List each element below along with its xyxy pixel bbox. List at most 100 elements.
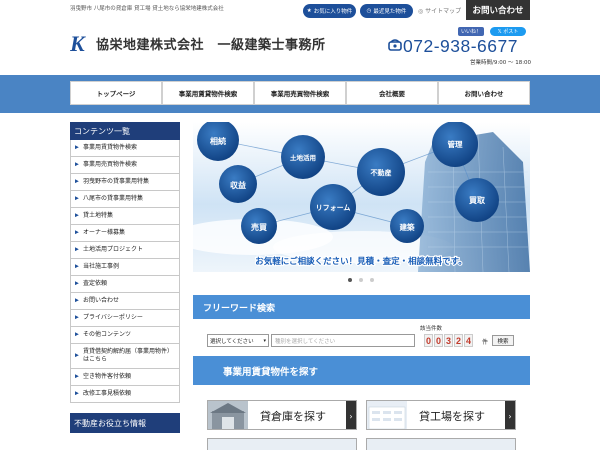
slider-dot-active[interactable] xyxy=(348,278,352,282)
svg-text:建築: 建築 xyxy=(399,222,415,232)
sidebar-item[interactable]: ▶ 改修工事見積依頼 xyxy=(70,386,180,403)
site-header: K 協栄地建株式会社 一級建築士事務所 いいね！ 𝕏 ポスト 072-938-6… xyxy=(0,22,600,75)
category-select[interactable]: 選択してください ▾ xyxy=(207,334,269,347)
slider-dot[interactable] xyxy=(370,278,374,282)
sidebar-item-label: プライバシーポリシー xyxy=(83,313,143,321)
nav-top-page[interactable]: トップページ xyxy=(70,81,162,105)
chevron-right-icon: ▶ xyxy=(75,195,79,202)
nav-sale-search[interactable]: 事業用売買物件検索 xyxy=(254,81,346,105)
sidebar-item[interactable]: ▶ 賃貸借契約解約届（事業用物件）はこちら xyxy=(70,344,180,369)
sidebar-section2-title: 不動産お役立ち情報 xyxy=(70,413,180,433)
x-post-button[interactable]: 𝕏 ポスト xyxy=(490,27,526,36)
sidebar-item-label: 羽曳野市の貸事業用特集 xyxy=(83,177,150,185)
sidebar-item-label: 土地活用プロジェクト xyxy=(83,245,144,253)
next-card-partial[interactable] xyxy=(207,438,357,450)
sidebar-item[interactable]: ▶ 事業用賃貸物件検索 xyxy=(70,140,180,157)
chevron-right-icon: › xyxy=(505,401,515,429)
next-card-partial[interactable] xyxy=(366,438,516,450)
chevron-right-icon: ▶ xyxy=(75,246,79,253)
sidebar-item[interactable]: ▶ 当社施工事例 xyxy=(70,259,180,276)
chevron-right-icon: ▶ xyxy=(75,280,79,287)
slider-dot[interactable] xyxy=(359,278,363,282)
sidebar: コンテンツ一覧 ▶ 事業用賃貸物件検索 ▶ 事業用売買物件検索 ▶ 羽曳野市の貸事業用… xyxy=(70,122,180,433)
svg-text:リフォーム: リフォーム xyxy=(316,204,351,212)
sidebar-item-label: 当社施工事例 xyxy=(83,262,120,270)
bubble-construction: 建築 xyxy=(390,209,424,243)
sidebar-item[interactable]: ▶ 八尾市の貸事業用特集 xyxy=(70,191,180,208)
factory-search-card[interactable]: 貸工場を探す › xyxy=(366,400,516,430)
bubble-income: 収益 xyxy=(219,165,257,203)
search-button[interactable]: 検索 xyxy=(492,335,514,346)
chevron-right-icon: ▶ xyxy=(75,229,79,236)
facebook-like-button[interactable]: いいね！ xyxy=(458,27,484,36)
chevron-down-icon: ▾ xyxy=(263,338,266,344)
result-counter: 0 0 3 2 4 xyxy=(424,334,473,347)
contact-top-button[interactable]: お問い合わせ xyxy=(466,0,530,20)
svg-text:K: K xyxy=(70,32,86,54)
chevron-right-icon: ▶ xyxy=(75,297,79,304)
hero-banner[interactable]: 相続 土地活用 収益 不動産 管理 リフォーム 売買 建築 買取 お気軽にご相談… xyxy=(193,122,530,272)
sidebar-item[interactable]: ▶ 事業用売買物件検索 xyxy=(70,157,180,174)
svg-text:収益: 収益 xyxy=(230,180,246,190)
count-unit: 件 xyxy=(482,339,489,346)
svg-text:土地活用: 土地活用 xyxy=(290,153,316,162)
recent-button[interactable]: ◷ 最近見た物件 xyxy=(360,4,413,18)
hero-tagline: お気軽にご相談ください！見積・査定・相談無料です。 xyxy=(255,256,466,267)
chevron-right-icon: ▶ xyxy=(75,263,79,270)
chevron-right-icon: › xyxy=(346,401,356,429)
sidebar-item[interactable]: ▶ 土地活用プロジェクト xyxy=(70,242,180,259)
rent-search-heading: 事業用賃貸物件を探す xyxy=(193,356,530,385)
sidebar-item[interactable]: ▶ オーナー様募集 xyxy=(70,225,180,242)
sidebar-item-label: 八尾市の貸事業用特集 xyxy=(83,194,144,202)
chevron-right-icon: ▶ xyxy=(75,373,79,380)
count-digit: 0 xyxy=(424,334,433,347)
chevron-right-icon: ▶ xyxy=(75,390,79,397)
bubble-reform: リフォーム xyxy=(310,184,356,230)
factory-image xyxy=(367,401,407,429)
sidebar-item[interactable]: ▶ プライバシーポリシー xyxy=(70,310,180,327)
main-nav: トップページ 事業用賃貸物件検索 事業用売買物件検索 会社概要 お問い合わせ xyxy=(0,75,600,113)
sidebar-item[interactable]: ▶ 査定依頼 xyxy=(70,276,180,293)
chevron-right-icon: ▶ xyxy=(75,144,79,151)
post-label: ポスト xyxy=(503,29,519,35)
sidebar-item[interactable]: ▶ 貸土地特集 xyxy=(70,208,180,225)
bubble-buy-sell: 売買 xyxy=(241,208,277,244)
clock-icon: ◷ xyxy=(366,8,372,14)
chevron-right-icon: ▶ xyxy=(75,331,79,338)
svg-text:買取: 買取 xyxy=(469,196,485,205)
chevron-right-icon: ▶ xyxy=(75,314,79,321)
sidebar-title: コンテンツ一覧 xyxy=(70,122,180,140)
warehouse-image xyxy=(208,401,248,429)
sitemap-link[interactable]: ◎ サイトマップ xyxy=(418,6,461,15)
svg-text:売買: 売買 xyxy=(251,222,267,232)
sidebar-item-label: 事業用売買物件検索 xyxy=(83,160,138,168)
sidebar-item-label: お問い合わせ xyxy=(83,296,120,304)
business-hours: 営業時間/9:00 ～ 18:00 xyxy=(470,60,532,66)
keyword-input[interactable]: 種別を選択してください xyxy=(271,334,415,347)
company-name: 協栄地建株式会社 一級建築士事務所 xyxy=(96,38,326,53)
chevron-right-icon: ▶ xyxy=(75,212,79,219)
sidebar-item-label: 空き物件客付依頼 xyxy=(83,372,132,380)
star-icon: ★ xyxy=(306,8,312,14)
phone-number[interactable]: 072-938-6677 xyxy=(403,36,518,57)
favorites-button[interactable]: ★ お気に入り物件 xyxy=(303,4,356,18)
sidebar-item[interactable]: ▶ 羽曳野市の貸事業用特集 xyxy=(70,174,180,191)
count-digit: 0 xyxy=(434,334,443,347)
sidebar-item-label: オーナー様募集 xyxy=(83,228,126,236)
nav-contact[interactable]: お問い合わせ xyxy=(438,81,530,105)
top-strip: 羽曳野市 八尾市の貸倉庫 貸工場 貸土地なら協栄地建株式会社 ★ お気に入り物件… xyxy=(0,0,600,22)
chevron-right-icon: ▶ xyxy=(75,178,79,185)
sidebar-item[interactable]: ▶ その他コンテンツ xyxy=(70,327,180,344)
sidebar-item-label: 貸土地特集 xyxy=(83,211,114,219)
sidebar-item[interactable]: ▶ 空き物件客付依頼 xyxy=(70,369,180,386)
sidebar-item[interactable]: ▶ お問い合わせ xyxy=(70,293,180,310)
sitemap-icon: ◎ xyxy=(418,8,424,15)
count-digit: 4 xyxy=(464,334,473,347)
sidebar-item-label: その他コンテンツ xyxy=(83,330,132,338)
nav-company[interactable]: 会社概要 xyxy=(346,81,438,105)
warehouse-search-card[interactable]: 貸倉庫を探す › xyxy=(207,400,357,430)
result-count-label: 該当件数 xyxy=(420,326,443,332)
nav-rent-search[interactable]: 事業用賃貸物件検索 xyxy=(162,81,254,105)
bubble-purchase: 買取 xyxy=(455,178,499,222)
sidebar-item-label: 改修工事見積依頼 xyxy=(83,389,132,397)
